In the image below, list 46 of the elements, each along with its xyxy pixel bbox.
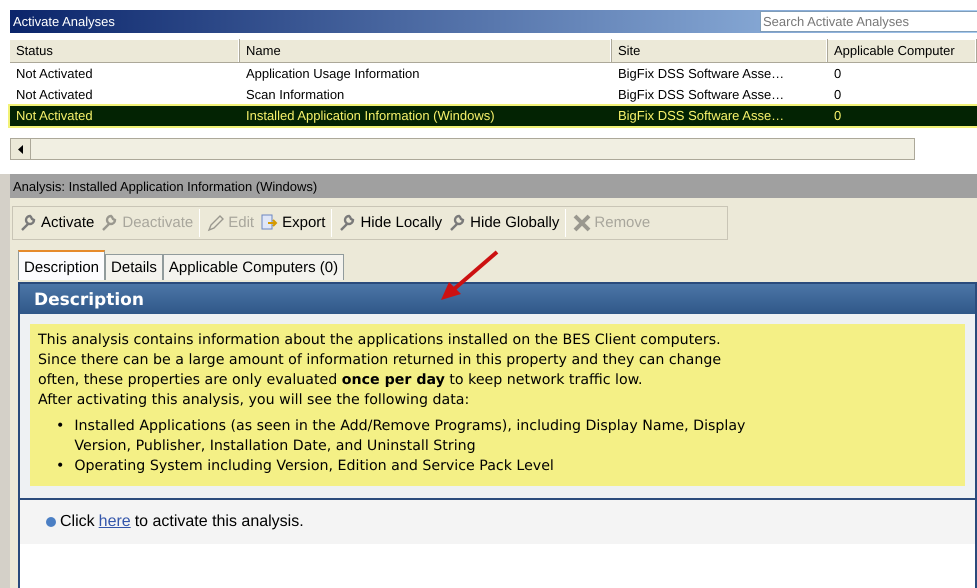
table-cell-text: Not Activated (15, 86, 94, 104)
table-cell-text: Scan Information (245, 86, 346, 104)
column-header[interactable]: Name (240, 39, 612, 62)
column-header[interactable]: Applicable Computer (828, 39, 977, 62)
pencil-icon (206, 213, 226, 233)
analysis-title: Analysis: Installed Application Information (Windows) (10, 174, 977, 198)
tab[interactable]: Description (18, 250, 106, 280)
table-cell-text: 0 (833, 65, 842, 84)
toolbar-button[interactable]: Activate (16, 210, 98, 236)
table-cell-text: 0 (833, 86, 842, 104)
horizontal-scrollbar[interactable] (10, 138, 915, 160)
table-cell-text: Not Activated (15, 107, 94, 126)
toolbar-button[interactable]: Export (257, 210, 328, 236)
table-cell-text: Not Activated (15, 65, 94, 84)
table-cell-text: BigFix DSS Software Asse… (617, 86, 786, 104)
scroll-left-icon[interactable] (18, 144, 24, 154)
bullet-icon (46, 517, 56, 527)
table-row[interactable]: Not Activated Application Usage Information BigFix DSS Software Asse… 0 (10, 64, 977, 84)
table-cell-text: BigFix DSS Software Asse… (617, 65, 786, 84)
column-header[interactable]: Site (612, 39, 828, 62)
tab[interactable]: Details (105, 254, 163, 280)
bullet-item: Operating System including Version, Edition and Service Pack Level (74, 457, 554, 476)
action-text: Click (60, 512, 95, 532)
description-text: After activating this analysis, you will see the following data: (38, 391, 470, 410)
toolbar-button[interactable]: Hide Locally (335, 210, 446, 236)
table-cell-text: BigFix DSS Software Asse… (617, 107, 786, 126)
search-field[interactable]: Search Activate Analyses (760, 11, 977, 32)
bullet-item: Installed Applications (as seen in the Add/Remove Programs), including Display Name, Display Version, Publisher, Installation Date, and Uninstall String (74, 417, 746, 456)
panel-heading: Description (20, 284, 975, 314)
table-cell-text: Application Usage Information (245, 65, 420, 84)
bullet-marker: • (56, 457, 64, 476)
tab[interactable]: Applicable Computers (0) (162, 254, 344, 280)
action-text: to activate this analysis. (134, 512, 304, 532)
bullet-marker: • (56, 417, 64, 436)
description-text: This analysis contains information about the applications installed on the BES Client computers. (38, 331, 722, 350)
description-text: often, these properties are only evaluated once per day to keep network traffic low. (38, 371, 644, 390)
table-row[interactable]: Not Activated Scan Information BigFix DSS Software Asse… 0 (10, 85, 977, 105)
activate-link[interactable]: here (98, 510, 131, 534)
toolbar-button[interactable]: Hide Globally (445, 210, 562, 236)
table-row[interactable]: Not Activated Installed Application Information (Windows) BigFix DSS Software Asse… 0 (10, 106, 977, 126)
table-cell-text: 0 (833, 107, 842, 126)
description-text: Since there can be a large amount of information returned in this property and they can change (38, 351, 722, 370)
table-cell-text: Installed Application Information (Windows) (245, 107, 496, 126)
window-title: Activate Analyses (12, 12, 116, 31)
close-icon (572, 213, 592, 233)
column-header[interactable]: Status (10, 39, 240, 62)
